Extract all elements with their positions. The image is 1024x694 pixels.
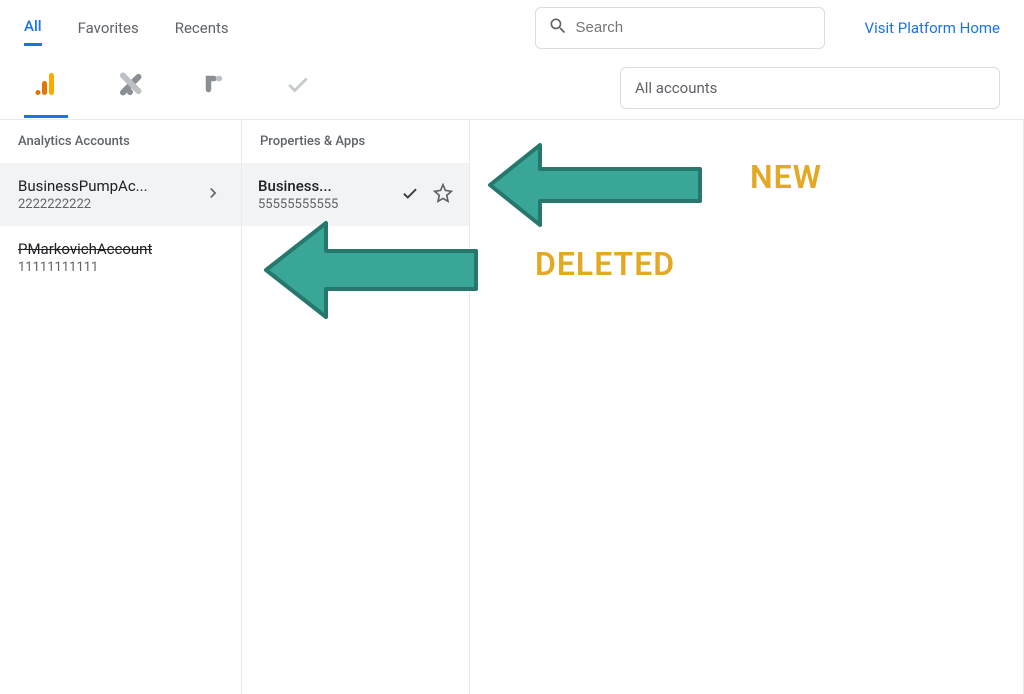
checkmark-icon xyxy=(401,184,419,206)
analytics-product-tab[interactable] xyxy=(24,58,68,118)
property-text: Business... 55555555555 xyxy=(258,177,338,212)
account-id: 11111111111 xyxy=(18,260,152,275)
account-text: BusinessPumpAc... 2222222222 xyxy=(18,177,148,212)
search-input[interactable] xyxy=(576,19,812,36)
property-id: 55555555555 xyxy=(258,197,338,212)
account-name: PMarkovichAccount xyxy=(18,240,152,258)
chevron-right-icon xyxy=(203,183,223,207)
arrow-new-icon xyxy=(480,135,710,235)
check-icon xyxy=(285,71,311,101)
optimize-icon xyxy=(203,73,225,99)
accounts-column: Analytics Accounts BusinessPumpAc... 222… xyxy=(0,120,242,694)
product-selector-row: All accounts xyxy=(0,56,1024,120)
properties-column: Properties & Apps Business... 5555555555… xyxy=(242,120,470,694)
optimize-product-tab[interactable] xyxy=(192,58,236,118)
star-icon[interactable] xyxy=(433,183,453,207)
search-icon xyxy=(548,16,576,40)
all-accounts-label: All accounts xyxy=(635,79,717,97)
tab-all[interactable]: All xyxy=(24,9,42,46)
annotation-deleted-label: DELETED xyxy=(535,245,675,283)
picker-columns: Analytics Accounts BusinessPumpAc... 222… xyxy=(0,120,1024,694)
tagmanager-product-tab[interactable] xyxy=(108,58,152,118)
accounts-column-header: Analytics Accounts xyxy=(0,120,241,163)
platform-home-link[interactable]: Visit Platform Home xyxy=(865,19,1000,37)
account-name: BusinessPumpAc... xyxy=(18,177,148,195)
arrow-deleted-icon xyxy=(256,215,486,325)
top-toolbar: All Favorites Recents Visit Platform Hom… xyxy=(0,0,1024,56)
properties-column-header: Properties & Apps xyxy=(242,120,469,163)
annotation-new-label: NEW xyxy=(750,158,822,196)
account-text: PMarkovichAccount 11111111111 xyxy=(18,240,152,275)
all-accounts-select[interactable]: All accounts xyxy=(620,67,1000,109)
surveys-product-tab[interactable] xyxy=(276,58,320,118)
tab-favorites[interactable]: Favorites xyxy=(78,11,139,45)
account-id: 2222222222 xyxy=(18,197,148,212)
tagmanager-icon xyxy=(118,72,142,100)
property-actions xyxy=(401,183,453,207)
account-row[interactable]: BusinessPumpAc... 2222222222 xyxy=(0,163,241,226)
view-tabs: All Favorites Recents xyxy=(24,9,229,46)
analytics-icon xyxy=(33,71,59,101)
account-picker-panel: All Favorites Recents Visit Platform Hom… xyxy=(0,0,1024,694)
search-box[interactable] xyxy=(535,7,825,49)
product-tabs xyxy=(24,58,320,118)
account-row[interactable]: PMarkovichAccount 11111111111 xyxy=(0,226,241,289)
property-name: Business... xyxy=(258,177,338,195)
tab-recents[interactable]: Recents xyxy=(175,11,229,45)
